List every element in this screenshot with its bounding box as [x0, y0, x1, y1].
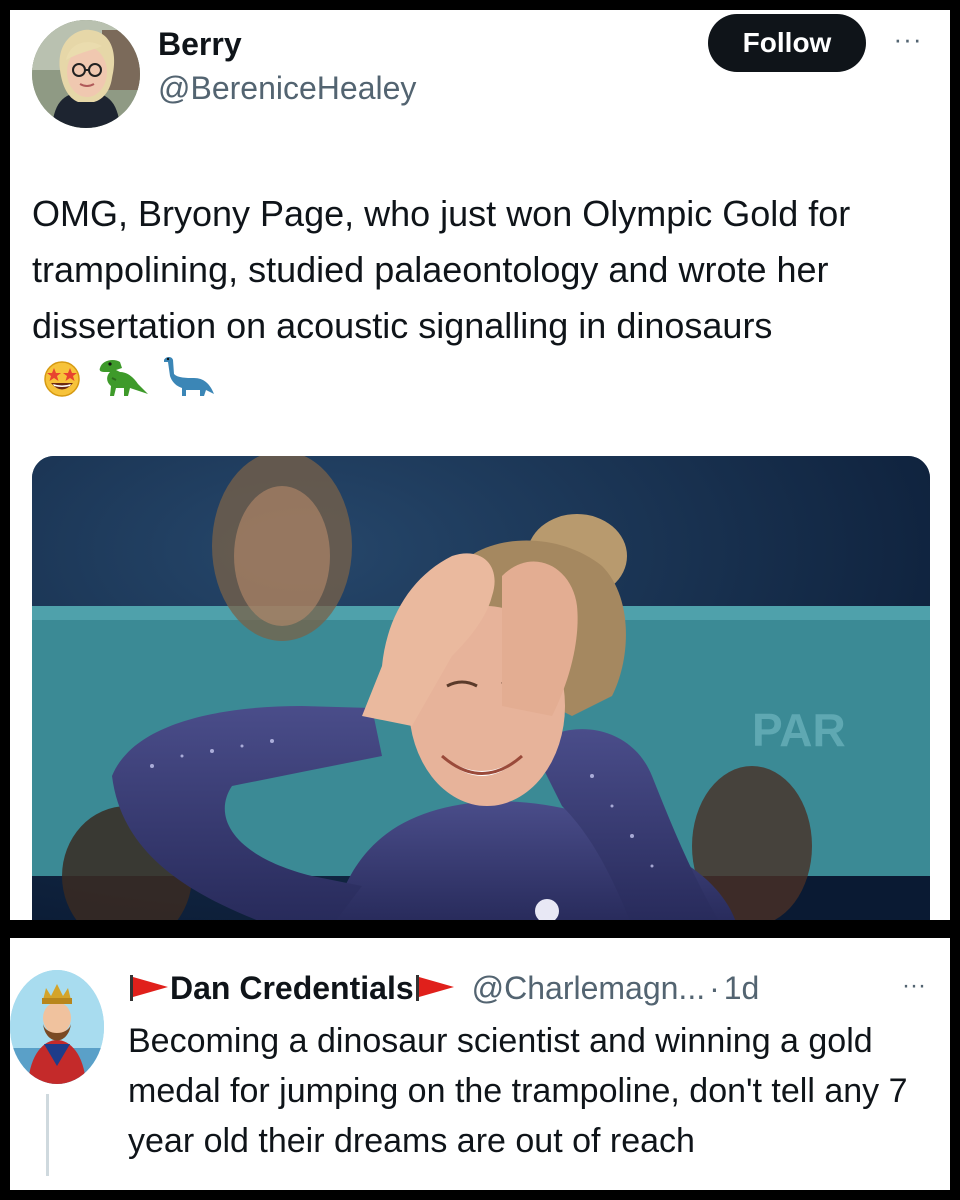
- reply-avatar[interactable]: [10, 970, 104, 1084]
- tweet-text: OMG, Bryony Page, who just won Olympic G…: [32, 186, 922, 414]
- reply-text: Becoming a dinosaur scientist and winnin…: [128, 1022, 908, 1160]
- reply-card: Dan Credentials @Charlemagn... · 1d ··· …: [10, 938, 950, 1190]
- more-options-icon[interactable]: ···: [902, 972, 926, 1000]
- user-handle[interactable]: @BereniceHealey: [158, 70, 416, 107]
- reply-handle[interactable]: @Charlemagn...: [472, 970, 705, 1007]
- sauropod-icon: [164, 357, 215, 397]
- t-rex-icon: [99, 360, 149, 397]
- follow-button[interactable]: Follow: [708, 14, 866, 72]
- display-name[interactable]: Berry: [158, 26, 242, 63]
- reply-display-name[interactable]: Dan Credentials: [170, 970, 414, 1007]
- tweet-body: OMG, Bryony Page, who just won Olympic G…: [32, 193, 851, 346]
- banner-text: PAR: [752, 704, 846, 756]
- star-struck-face-icon: [44, 361, 80, 398]
- avatar[interactable]: [32, 20, 140, 128]
- separator-dot: ·: [709, 969, 720, 1006]
- red-flag-icon: [130, 975, 168, 1001]
- tweet-card: Berry @BereniceHealey Follow ··· OMG, Br…: [10, 10, 950, 920]
- emoji-group: [40, 354, 216, 414]
- avatar-photo: [32, 20, 140, 128]
- thread-line: [46, 1094, 49, 1176]
- tweet-photo[interactable]: PAR: [32, 456, 930, 920]
- athlete-photo: PAR: [32, 456, 930, 920]
- more-options-icon[interactable]: ···: [888, 24, 928, 54]
- reply-header: Dan Credentials @Charlemagn... · 1d: [128, 968, 759, 1008]
- red-flag-icon: [415, 975, 454, 1001]
- screenshot-frame: Berry @BereniceHealey Follow ··· OMG, Br…: [0, 0, 960, 1200]
- reply-timestamp[interactable]: 1d: [724, 970, 760, 1007]
- reply-avatar-image: [10, 970, 104, 1084]
